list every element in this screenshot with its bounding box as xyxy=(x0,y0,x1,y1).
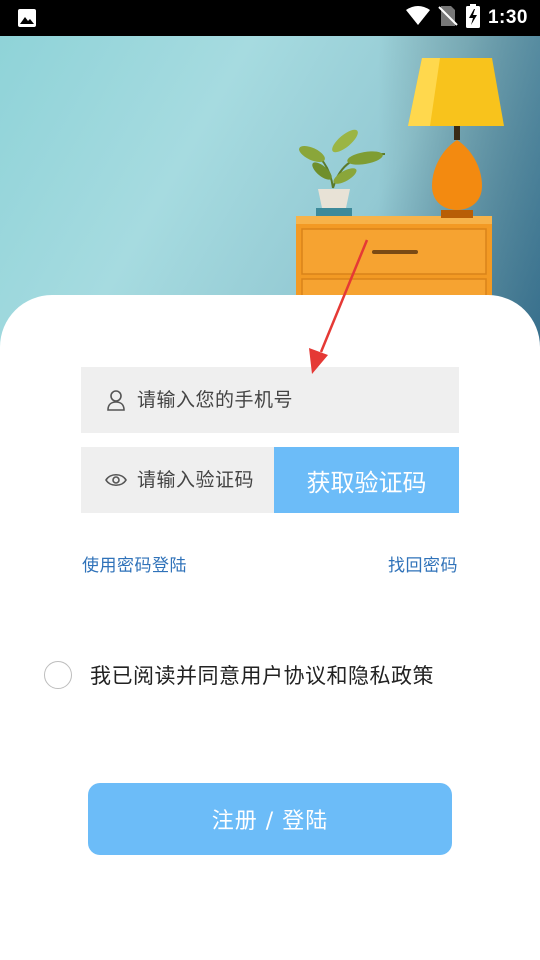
user-icon xyxy=(105,389,127,411)
agreement-row: 我已阅读并同意用户协议和隐私政策 xyxy=(44,660,434,690)
phone-field[interactable] xyxy=(81,367,459,433)
forgot-password-link[interactable]: 找回密码 xyxy=(388,551,458,576)
no-sim-icon xyxy=(438,5,458,31)
agreement-checkbox[interactable] xyxy=(44,661,72,689)
get-code-button[interactable]: 获取验证码 xyxy=(274,447,459,513)
wifi-icon xyxy=(405,6,430,30)
eye-icon xyxy=(105,469,127,491)
gallery-icon xyxy=(17,8,37,32)
code-input[interactable] xyxy=(137,469,277,491)
verification-code-row: 获取验证码 xyxy=(81,447,459,513)
code-field[interactable] xyxy=(81,447,277,513)
password-login-link[interactable]: 使用密码登陆 xyxy=(82,551,187,576)
status-bar: 1:30 xyxy=(0,0,540,36)
battery-charging-icon xyxy=(465,4,480,32)
status-time: 1:30 xyxy=(487,7,528,28)
phone-input[interactable] xyxy=(137,389,387,411)
register-login-button[interactable]: 注册 / 登陆 xyxy=(88,783,452,855)
agreement-text: 我已阅读并同意用户协议和隐私政策 xyxy=(90,664,434,688)
